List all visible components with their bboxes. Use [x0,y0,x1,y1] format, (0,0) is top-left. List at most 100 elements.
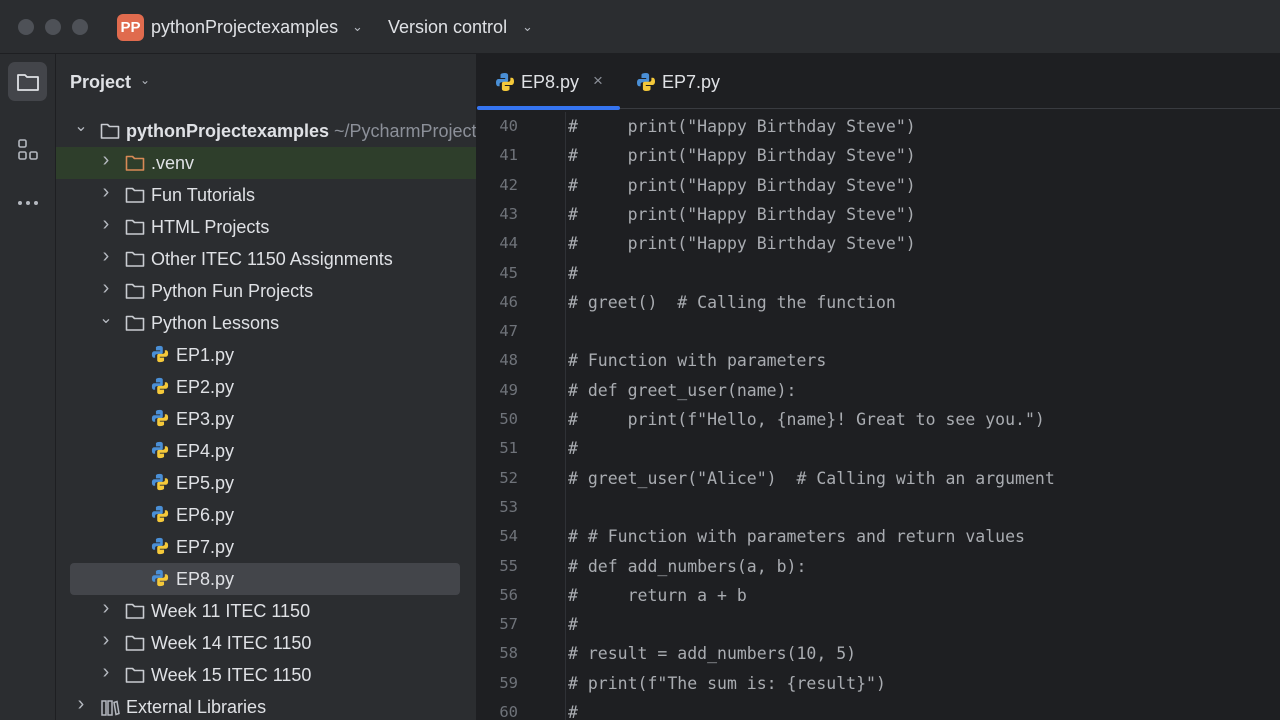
code-line[interactable]: 41 # print("Happy Birthday Steve") [477,141,1280,170]
code-line[interactable]: 40 # print("Happy Birthday Steve") [477,112,1280,141]
chevron-right-icon[interactable]: › [99,598,113,618]
code-text[interactable]: # # Function with parameters and return … [568,522,1025,551]
chevron-down-icon[interactable]: ⌄ [74,118,88,136]
code-text[interactable]: # [568,698,578,720]
code-text[interactable]: # def add_numbers(a, b): [568,552,806,581]
code-line[interactable]: 58 # result = add_numbers(10, 5) [477,639,1280,668]
tree-file-item[interactable]: EP5.py [56,467,476,499]
code-text[interactable]: # [568,259,578,288]
code-line[interactable]: 48 # Function with parameters [477,346,1280,375]
tree-folder-item[interactable]: › Week 14 ITEC 1150 [56,627,476,659]
code-line[interactable]: 50 # print(f"Hello, {name}! Great to see … [477,405,1280,434]
code-text[interactable]: # [568,434,578,463]
chevron-right-icon[interactable]: › [99,630,113,650]
tree-folder-item[interactable]: › Fun Tutorials [56,179,476,211]
chevron-right-icon[interactable]: › [99,214,113,234]
project-panel-title[interactable]: Project [70,70,131,94]
code-line[interactable]: 43 # print("Happy Birthday Steve") [477,200,1280,229]
chevron-right-icon[interactable]: › [74,694,88,714]
code-text[interactable]: # print("Happy Birthday Steve") [568,112,916,141]
chevron-down-icon[interactable]: ⌄ [140,73,150,87]
code-line[interactable]: 44 # print("Happy Birthday Steve") [477,229,1280,258]
project-switcher[interactable]: pythonProjectexamples [151,15,338,39]
tree-folder-item[interactable]: › Week 15 ITEC 1150 [56,659,476,691]
code-text[interactable]: # result = add_numbers(10, 5) [568,639,856,668]
tab-ep7[interactable]: EP7.py [620,54,760,109]
version-control-menu[interactable]: Version control [388,15,507,39]
chevron-right-icon[interactable]: › [99,182,113,202]
code-text[interactable]: # return a + b [568,581,747,610]
folder-icon [125,315,145,331]
code-text[interactable]: # Function with parameters [568,346,826,375]
window-minimize-button[interactable] [45,19,61,35]
tab-ep8[interactable]: EP8.py × [477,54,620,110]
tree-folder-item[interactable]: › Week 11 ITEC 1150 [56,595,476,627]
code-line[interactable]: 52 # greet_user("Alice") # Calling with a… [477,464,1280,493]
code-editor[interactable]: 40 # print("Happy Birthday Steve") 41 # pri… [477,112,1280,720]
tree-file-item[interactable]: EP2.py [56,371,476,403]
code-text[interactable]: # greet_user("Alice") # Calling with an … [568,464,1055,493]
code-text[interactable]: # print("Happy Birthday Steve") [568,141,916,170]
tree-folder-item[interactable]: › Python Fun Projects [56,275,476,307]
code-line[interactable]: 42 # print("Happy Birthday Steve") [477,171,1280,200]
chevron-down-icon[interactable]: ⌄ [99,310,113,328]
line-number: 47 [499,322,518,341]
tree-file-item[interactable]: EP7.py [56,531,476,563]
code-line[interactable]: 55 # def add_numbers(a, b): [477,552,1280,581]
code-line[interactable]: 53 [477,493,1280,522]
tree-file-item[interactable]: EP3.py [56,403,476,435]
code-line[interactable]: 47 [477,317,1280,346]
code-text[interactable]: # print("Happy Birthday Steve") [568,229,916,258]
chevron-right-icon[interactable]: › [99,662,113,682]
tree-folder-item[interactable]: › HTML Projects [56,211,476,243]
folder-icon [125,635,145,651]
window-maximize-button[interactable] [72,19,88,35]
tree-file-item[interactable]: EP8.py [56,563,476,595]
tree-folder-item[interactable]: ⌄ pythonProjectexamples~/PycharmProjects/… [56,115,476,147]
tree-folder-item[interactable]: › .venv [56,147,476,179]
line-number: 54 [499,527,518,546]
code-text[interactable]: # print("Happy Birthday Steve") [568,200,916,229]
chevron-right-icon[interactable]: › [99,278,113,298]
chevron-down-icon[interactable]: ⌄ [522,17,533,37]
editor: EP8.py × EP7.py 40 # print("Happy Birthda… [477,54,1280,720]
code-line[interactable]: 59 # print(f"The sum is: {result}") [477,669,1280,698]
tree-item-label: EP3.py [176,409,235,429]
close-icon[interactable]: × [593,70,603,92]
tree-file-item[interactable]: EP1.py [56,339,476,371]
code-line[interactable]: 51 # [477,434,1280,463]
code-line[interactable]: 46 # greet() # Calling the function [477,288,1280,317]
tree-file-item[interactable]: EP4.py [56,435,476,467]
code-line[interactable]: 45 # [477,259,1280,288]
code-text[interactable]: # print("Happy Birthday Steve") [568,171,916,200]
tree-folder-item[interactable]: ⌄ Python Lessons [56,307,476,339]
code-text[interactable]: # print(f"The sum is: {result}") [568,669,886,698]
code-text[interactable]: # def greet_user(name): [568,376,796,405]
more-tools-button[interactable] [8,183,47,222]
window-close-button[interactable] [18,19,34,35]
python-file-icon [151,473,169,491]
python-file-icon [151,409,169,427]
tree-file-item[interactable]: EP6.py [56,499,476,531]
more-icon [17,200,38,205]
code-line[interactable]: 54 # # Function with parameters and retur… [477,522,1280,551]
code-line[interactable]: 60 # [477,698,1280,720]
project-tool-button[interactable] [8,62,47,101]
code-line[interactable]: 49 # def greet_user(name): [477,376,1280,405]
code-text[interactable]: # greet() # Calling the function [568,288,896,317]
line-number: 60 [499,703,518,720]
project-badge[interactable]: PP [117,14,144,41]
code-text[interactable]: # [568,610,578,639]
line-number: 53 [499,497,518,516]
structure-tool-button[interactable] [8,130,47,169]
tree-folder-item[interactable]: › Other ITEC 1150 Assignments [56,243,476,275]
tree-item-label: HTML Projects [151,217,270,237]
tree-folder-item[interactable]: › External Libraries [56,691,476,720]
chevron-right-icon[interactable]: › [99,150,113,170]
folder-icon [125,283,145,299]
chevron-down-icon[interactable]: ⌄ [352,17,363,37]
chevron-right-icon[interactable]: › [99,246,113,266]
code-text[interactable]: # print(f"Hello, {name}! Great to see yo… [568,405,1045,434]
code-line[interactable]: 56 # return a + b [477,581,1280,610]
code-line[interactable]: 57 # [477,610,1280,639]
